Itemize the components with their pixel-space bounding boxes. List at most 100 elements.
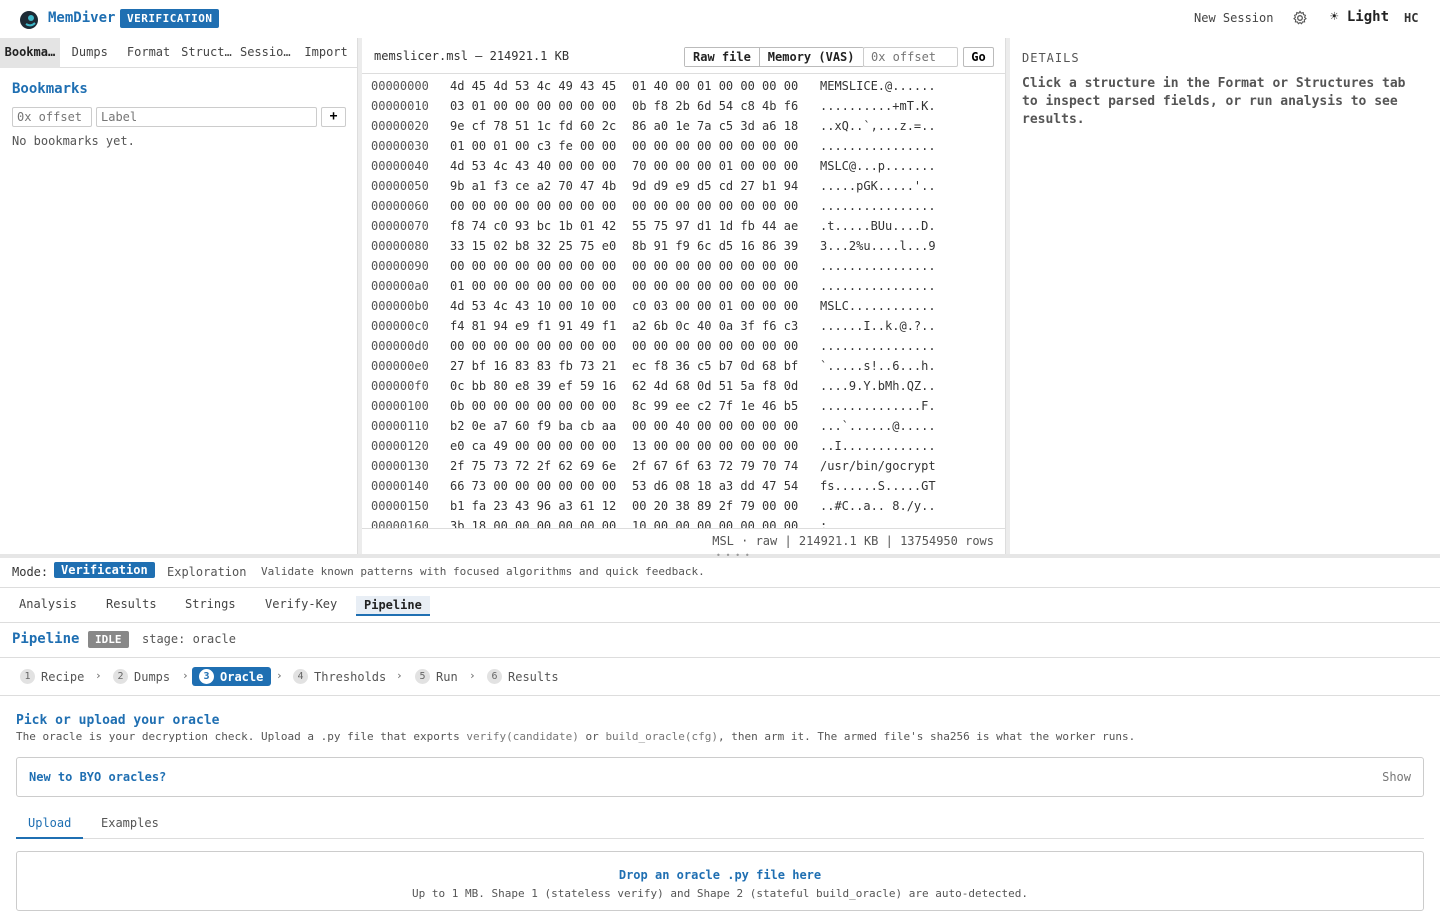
- hex-row[interactable]: 000000f0 0c bb 80 e8 39 ef 59 16 62 4d 68 …: [362, 376, 1006, 396]
- hex-bytes-high: 00 00 00 00 00 00 00 00: [632, 139, 799, 153]
- new-session-button[interactable]: New Session: [1194, 11, 1273, 25]
- tab-format[interactable]: Format: [120, 38, 178, 68]
- hex-row[interactable]: 00000050 9b a1 f3 ce a2 70 47 4b 9d d9 e9 …: [362, 176, 1006, 196]
- tab-strings[interactable]: Strings: [181, 596, 240, 616]
- hex-bytes-low: 4d 45 4d 53 4c 49 43 45: [450, 79, 617, 93]
- go-button[interactable]: Go: [963, 47, 994, 67]
- gear-icon[interactable]: [1292, 10, 1308, 26]
- hex-offset: 000000a0: [371, 279, 429, 293]
- hex-row[interactable]: 00000080 33 15 02 b8 32 25 75 e0 8b 91 f9 …: [362, 236, 1006, 256]
- chevron-right-icon: ›: [95, 669, 102, 682]
- oracle-desc-text: or: [578, 730, 606, 743]
- step-number: 6: [487, 669, 502, 684]
- hex-row[interactable]: 00000010 03 01 00 00 00 00 00 00 0b f8 2b …: [362, 96, 1006, 116]
- pipeline-stage: stage: oracle: [142, 632, 236, 646]
- hex-bytes-low: 03 01 00 00 00 00 00 00: [450, 99, 617, 113]
- oracle-desc-text: The oracle is your decryption check. Upl…: [16, 730, 467, 743]
- tab-structures[interactable]: Struct…: [178, 38, 236, 68]
- tab-results[interactable]: Results: [102, 596, 161, 616]
- tab-dumps[interactable]: Dumps: [60, 38, 120, 68]
- left-panel: Bookma… Dumps Format Struct… Sessio… Imp…: [0, 38, 358, 554]
- hex-ascii: /usr/bin/gocrypt: [820, 459, 936, 473]
- high-contrast-toggle[interactable]: HC: [1404, 11, 1418, 25]
- tab-import[interactable]: Import: [295, 38, 357, 68]
- oracle-dropzone[interactable]: Drop an oracle .py file here Up to 1 MB.…: [16, 851, 1424, 911]
- hex-row[interactable]: 00000160 3b 18 00 00 00 00 00 00 10 00 00 …: [362, 516, 1006, 528]
- bookmark-label-input[interactable]: [96, 107, 317, 127]
- details-title: DETAILS: [1022, 51, 1080, 65]
- hex-row[interactable]: 00000020 9e cf 78 51 1c fd 60 2c 86 a0 1e …: [362, 116, 1006, 136]
- hex-row[interactable]: 000000b0 4d 53 4c 43 10 00 10 00 c0 03 00 …: [362, 296, 1006, 316]
- hex-bytes-low: 0c bb 80 e8 39 ef 59 16: [450, 379, 617, 393]
- byo-show-button[interactable]: Show: [1382, 770, 1411, 784]
- hex-row[interactable]: 000000c0 f4 81 94 e9 f1 91 49 f1 a2 6b 0c …: [362, 316, 1006, 336]
- hex-row[interactable]: 000000d0 00 00 00 00 00 00 00 00 00 00 00 …: [362, 336, 1006, 356]
- hex-offset: 000000e0: [371, 359, 429, 373]
- hex-row[interactable]: 000000e0 27 bf 16 83 83 fb 73 21 ec f8 36 …: [362, 356, 1006, 376]
- dropzone-subtitle: Up to 1 MB. Shape 1 (stateless verify) a…: [412, 887, 1028, 900]
- hex-row[interactable]: 00000150 b1 fa 23 43 96 a3 61 12 00 20 38 …: [362, 496, 1006, 516]
- hex-bytes-high: 8b 91 f9 6c d5 16 86 39: [632, 239, 799, 253]
- tab-sessions[interactable]: Sessio…: [235, 38, 295, 68]
- hex-offset: 00000040: [371, 159, 429, 173]
- hex-row[interactable]: 00000030 01 00 01 00 c3 fe 00 00 00 00 00 …: [362, 136, 1006, 156]
- hex-bytes-high: 86 a0 1e 7a c5 3d a6 18: [632, 119, 799, 133]
- hex-row[interactable]: 00000090 00 00 00 00 00 00 00 00 00 00 00 …: [362, 256, 1006, 276]
- hex-row[interactable]: 00000130 2f 75 73 72 2f 62 69 6e 2f 67 6f …: [362, 456, 1006, 476]
- byo-oracles-disclosure[interactable]: New to BYO oracles? Show: [16, 757, 1424, 797]
- step-oracle[interactable]: 3 Oracle: [192, 667, 272, 686]
- hex-ascii: MSLC............: [820, 299, 936, 313]
- step-results[interactable]: 6 Results: [485, 667, 561, 686]
- step-run[interactable]: 5 Run: [413, 667, 460, 686]
- hex-row[interactable]: 00000120 e0 ca 49 00 00 00 00 00 13 00 00 …: [362, 436, 1006, 456]
- step-label: Results: [508, 669, 559, 684]
- memory-vas-button[interactable]: Memory (VAS): [758, 48, 863, 66]
- step-label: Thresholds: [314, 669, 387, 684]
- tab-analysis[interactable]: Analysis: [15, 596, 81, 616]
- tab-upload[interactable]: Upload: [16, 816, 84, 839]
- hex-bytes-low: b2 0e a7 60 f9 ba cb aa: [450, 419, 617, 433]
- tab-pipeline[interactable]: Pipeline: [356, 596, 430, 616]
- hex-ascii: ..xQ..`,...z.=..: [820, 119, 936, 133]
- hex-offset: 000000b0: [371, 299, 429, 313]
- chevron-right-icon: ›: [469, 669, 476, 682]
- hex-row[interactable]: 00000110 b2 0e a7 60 f9 ba cb aa 00 00 40 …: [362, 416, 1006, 436]
- hex-bytes-low: 2f 75 73 72 2f 62 69 6e: [450, 459, 617, 473]
- theme-light-toggle[interactable]: ☀ Light: [1330, 9, 1389, 25]
- step-number: 3: [199, 669, 214, 684]
- view-mode-toggle: Raw file Memory (VAS): [684, 47, 864, 67]
- hex-row[interactable]: 00000040 4d 53 4c 43 40 00 00 00 70 00 00 …: [362, 156, 1006, 176]
- step-recipe[interactable]: 1 Recipe: [18, 667, 86, 686]
- tab-verify-key[interactable]: Verify-Key: [261, 596, 341, 616]
- hex-rows[interactable]: 00000000 4d 45 4d 53 4c 49 43 45 01 40 00 …: [362, 76, 1006, 528]
- hex-ascii: ................: [820, 139, 936, 153]
- tab-examples[interactable]: Examples: [101, 816, 159, 839]
- hex-ascii: ...`......@.....: [820, 419, 936, 433]
- details-body: Click a structure in the Format or Struc…: [1022, 76, 1406, 127]
- step-thresholds[interactable]: 4 Thresholds: [291, 667, 388, 686]
- details-panel: DETAILS Click a structure in the Format …: [1010, 38, 1440, 554]
- tab-bookmarks[interactable]: Bookma…: [0, 38, 60, 68]
- bookmark-offset-input[interactable]: [12, 107, 92, 127]
- hex-viewer: memslicer.msl — 214921.1 KB Raw file Mem…: [362, 38, 1006, 554]
- add-bookmark-button[interactable]: +: [321, 107, 346, 127]
- hex-status: MSL · raw | 214921.1 KB | 13754950 rows: [362, 528, 1006, 554]
- hex-row[interactable]: 00000000 4d 45 4d 53 4c 49 43 45 01 40 00 …: [362, 76, 1006, 96]
- hex-row[interactable]: 00000100 0b 00 00 00 00 00 00 00 8c 99 ee …: [362, 396, 1006, 416]
- hex-row[interactable]: 00000140 66 73 00 00 00 00 00 00 53 d6 08 …: [362, 476, 1006, 496]
- hex-ascii: ..........+mT.K.: [820, 99, 936, 113]
- raw-file-button[interactable]: Raw file: [685, 48, 759, 66]
- hex-ascii: .....pGK.....'..: [820, 179, 936, 193]
- hex-bytes-high: c0 03 00 00 01 00 00 00: [632, 299, 799, 313]
- chevron-right-icon: ›: [182, 669, 189, 682]
- step-dumps[interactable]: 2 Dumps: [111, 667, 172, 686]
- hex-row[interactable]: 00000070 f8 74 c0 93 bc 1b 01 42 55 75 97 …: [362, 216, 1006, 236]
- hex-row[interactable]: 000000a0 01 00 00 00 00 00 00 00 00 00 00 …: [362, 276, 1006, 296]
- mode-verification-button[interactable]: Verification: [54, 562, 155, 578]
- hex-ascii: ;...............: [820, 519, 936, 528]
- hex-row[interactable]: 00000060 00 00 00 00 00 00 00 00 00 00 00 …: [362, 196, 1006, 216]
- mode-exploration-button[interactable]: Exploration: [167, 565, 246, 579]
- hex-ascii: .t.....BUu....D.: [820, 219, 936, 233]
- hex-offset-input[interactable]: [863, 47, 958, 67]
- hex-bytes-low: 01 00 01 00 c3 fe 00 00: [450, 139, 617, 153]
